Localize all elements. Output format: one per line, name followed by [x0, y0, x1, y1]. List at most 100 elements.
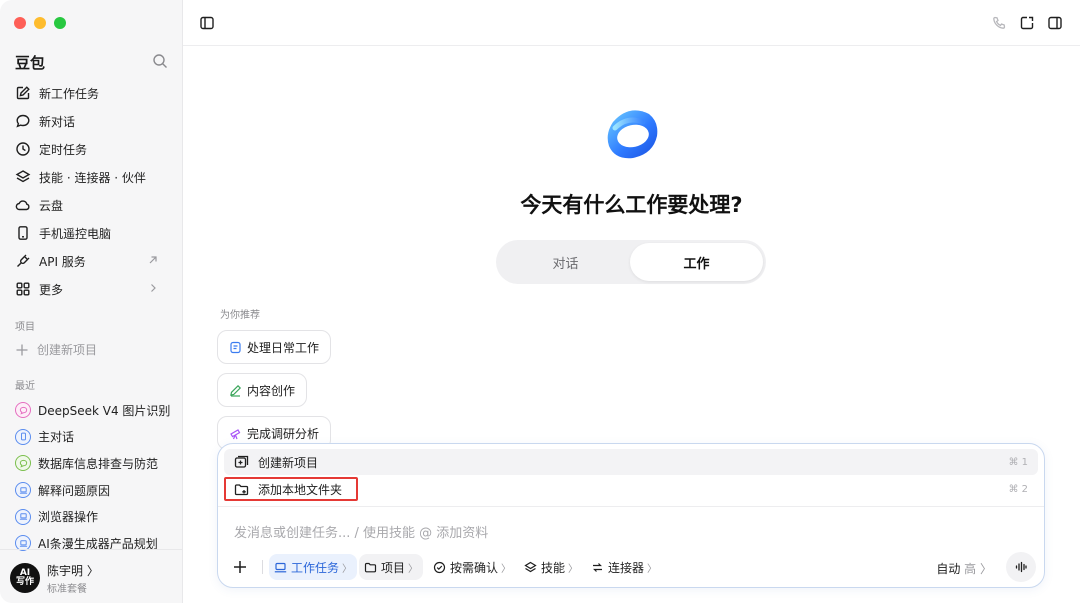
recent-item[interactable]: DeepSeek V4 图片识别	[0, 397, 183, 424]
message-input[interactable]: 发消息或创建任务... / 使用技能 @ 添加资料	[234, 522, 488, 541]
add-folder-icon	[234, 483, 249, 495]
tab-work[interactable]: 工作	[630, 243, 763, 281]
maximize-window-button[interactable]	[54, 17, 66, 29]
sidebar-item-new-chat[interactable]: 新对话	[0, 107, 183, 135]
phone-call-icon[interactable]	[991, 15, 1007, 31]
tab-chat[interactable]: 对话	[499, 243, 632, 281]
mode-label: 自动	[936, 562, 961, 576]
menu-item-add-local-folder[interactable]: 添加本地文件夹 ⌘ 2	[224, 476, 1038, 502]
confirm-label: 按需确认	[450, 560, 499, 575]
recommend-label: 为你推荐	[220, 310, 260, 321]
recent-item-label: DeepSeek V4 图片识别	[38, 403, 171, 418]
cloud-icon	[15, 200, 30, 211]
phone-icon	[18, 226, 28, 240]
shortcut-label: ⌘ 2	[1008, 483, 1028, 495]
top-bar	[183, 0, 1080, 46]
chat-bubble-icon	[15, 402, 31, 419]
chevron-right-icon: 〉	[647, 563, 658, 575]
sidebar-item-skills[interactable]: 技能 · 连接器 · 伙伴	[0, 163, 183, 191]
composer-divider	[218, 506, 1044, 507]
confirm-mode-button[interactable]: 按需确认〉	[428, 554, 516, 580]
chip-label: 完成调研分析	[247, 426, 320, 441]
sidebar-item-api[interactable]: API 服务	[0, 247, 183, 275]
chevron-right-icon: 〉	[568, 563, 579, 575]
telescope-icon	[230, 428, 241, 439]
menu-item-label: 添加本地文件夹	[258, 482, 343, 497]
window-controls	[14, 17, 66, 29]
work-task-button[interactable]: 工作任务〉	[269, 554, 358, 580]
recent-item[interactable]: 浏览器操作	[0, 503, 183, 530]
sidebar-item-label: 新对话	[39, 114, 76, 129]
project-button[interactable]: 项目〉	[359, 554, 424, 580]
avatar[interactable]: AI 写作	[10, 563, 40, 593]
app-window: 豆包 新工作任务 新对话 定时任务 技能 · 连接器 · 伙伴 云盘 手机遥控电…	[0, 0, 1080, 603]
new-project-icon	[234, 455, 249, 468]
sidebar-toggle-icon[interactable]	[199, 15, 215, 31]
sidebar-item-label: 手机遥控电脑	[39, 226, 112, 241]
shortcut-label: ⌘ 1	[1008, 456, 1028, 468]
user-profile[interactable]: AI 写作 陈宇明 〉 标准套餐	[0, 549, 183, 603]
avatar-text: 写作	[15, 577, 34, 587]
recent-item[interactable]: 解释问题原因	[0, 477, 183, 504]
suggestion-chip-daily-work[interactable]: 处理日常工作	[217, 330, 332, 364]
side-panel-icon[interactable]	[1047, 15, 1063, 31]
sidebar-item-label: 新工作任务	[39, 86, 100, 101]
sidebar-item-new-work-task[interactable]: 新工作任务	[0, 79, 183, 107]
pen-icon	[230, 384, 242, 397]
skills-button[interactable]: 技能〉	[519, 554, 583, 580]
sidebar-nav: 新工作任务 新对话 定时任务 技能 · 连接器 · 伙伴 云盘 手机遥控电脑 A…	[0, 79, 183, 303]
sidebar-item-scheduled-tasks[interactable]: 定时任务	[0, 135, 183, 163]
recent-item[interactable]: 数据库信息排查与防范	[0, 450, 183, 477]
doubao-logo-icon	[607, 110, 658, 159]
waveform-icon	[1015, 561, 1027, 573]
menu-item-create-project[interactable]: 创建新项目 ⌘ 1	[224, 449, 1038, 475]
chat-bubble-icon	[16, 114, 30, 128]
recent-list: DeepSeek V4 图片识别 主对话 数据库信息排查与防范 解释问题原因 浏…	[0, 397, 183, 557]
sidebar-item-cloud-drive[interactable]: 云盘	[0, 191, 183, 219]
chevron-right-icon: 〉	[501, 563, 512, 575]
grid-icon	[16, 282, 30, 296]
document-icon	[230, 341, 241, 353]
voice-input-button[interactable]	[1006, 552, 1036, 582]
connectors-button[interactable]: 连接器〉	[586, 554, 662, 580]
laptop-icon	[15, 508, 31, 525]
main-panel: 今天有什么工作要处理? 对话 工作 为你推荐 处理日常工作 内容创作 完成调研分…	[183, 0, 1080, 603]
clock-icon	[16, 142, 30, 156]
external-link-icon	[149, 256, 157, 264]
user-name[interactable]: 陈宇明 〉	[47, 562, 99, 579]
sidebar-item-label: API 服务	[39, 254, 86, 269]
new-window-icon[interactable]	[1019, 15, 1035, 31]
check-circle-icon	[433, 561, 446, 573]
sidebar-item-label: 云盘	[39, 198, 64, 213]
recent-item-label: 浏览器操作	[38, 510, 99, 525]
chat-bubble-icon	[15, 455, 31, 472]
sidebar-item-more[interactable]: 更多	[0, 275, 183, 303]
recent-item[interactable]: 主对话	[0, 424, 183, 451]
layers-icon	[15, 170, 31, 183]
chevron-right-icon	[151, 284, 156, 292]
create-project-button[interactable]: 创建新项目	[15, 341, 97, 358]
mode-level: 高 〉	[964, 562, 992, 576]
mode-selector[interactable]: 自动 高 〉	[936, 560, 992, 577]
chevron-right-icon: 〉	[408, 563, 419, 575]
recent-item-label: 数据库信息排查与防范	[38, 456, 159, 471]
sidebar-item-phone-remote[interactable]: 手机遥控电脑	[0, 219, 183, 247]
phone-icon	[15, 428, 31, 445]
suggestion-chip-content-creation[interactable]: 内容创作	[217, 373, 308, 407]
chip-label: 处理日常工作	[247, 340, 320, 355]
connectors-label: 连接器	[608, 560, 645, 575]
close-window-button[interactable]	[14, 17, 26, 29]
work-task-label: 工作任务	[291, 560, 340, 575]
search-icon[interactable]	[152, 53, 168, 69]
sidebar-item-label: 技能 · 连接器 · 伙伴	[39, 170, 146, 185]
minimize-window-button[interactable]	[34, 17, 46, 29]
sidebar: 豆包 新工作任务 新对话 定时任务 技能 · 连接器 · 伙伴 云盘 手机遥控电…	[0, 0, 183, 603]
recent-item-label: 解释问题原因	[38, 483, 111, 498]
create-project-label: 创建新项目	[37, 343, 98, 357]
recent-item-label: 主对话	[38, 430, 75, 445]
page-title: 今天有什么工作要处理?	[520, 193, 743, 217]
composer: 创建新项目 ⌘ 1 添加本地文件夹 ⌘ 2 发消息或创建任务... / 使用技能…	[217, 443, 1045, 588]
plus-icon[interactable]	[232, 559, 248, 575]
mode-switch: 对话 工作	[496, 240, 766, 284]
recent-section-label: 最近	[15, 381, 35, 392]
